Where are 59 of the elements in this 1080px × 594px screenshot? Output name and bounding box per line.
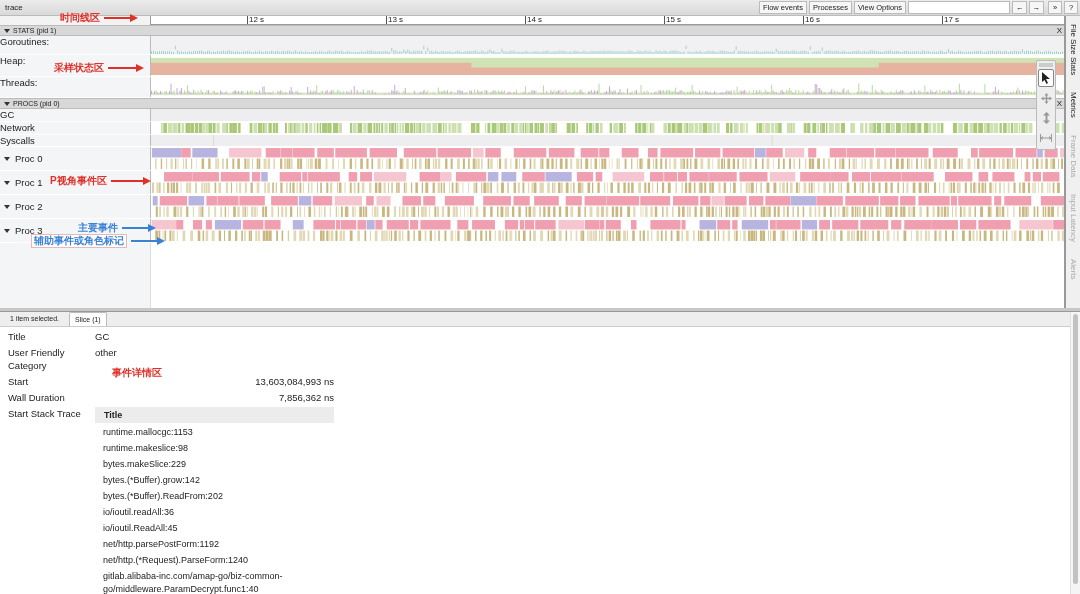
field-value: GC: [95, 330, 111, 343]
annotation-label: 辅助事件或角色标记: [31, 234, 127, 248]
close-button[interactable]: X: [1056, 99, 1062, 108]
tool-button[interactable]: [1038, 69, 1054, 87]
track-label: Goroutines:: [0, 36, 50, 48]
ruler-tick-label: 17 s: [942, 16, 960, 24]
track-label: Proc 2: [15, 200, 43, 213]
side-tab[interactable]: Metrics: [1069, 92, 1077, 118]
field-label: Title: [8, 330, 27, 343]
stack-frame: gitlab.alibaba-inc.com/amap-go/biz-common-go/middleware.ParamDecrypt.func1:40: [95, 567, 334, 594]
ruler-tick-label: 16 s: [803, 16, 821, 24]
track-label: Proc 1: [15, 176, 43, 189]
stack-frame: net/http.(*Request).ParseForm:1240: [95, 551, 334, 567]
field-label: Start: [8, 375, 30, 388]
ruler-tick-label: 12 s: [247, 16, 265, 24]
track-label: Syscalls: [0, 135, 35, 147]
field-value: other: [95, 346, 118, 360]
stack-frame: bytes.(*Buffer).grow:142: [95, 471, 334, 487]
timing-icon: [1040, 134, 1052, 142]
move-icon: [1040, 92, 1052, 104]
window-title: trace: [5, 1, 23, 14]
ruler-tick-label: 14 s: [525, 16, 543, 24]
stack-frame: bytes.makeSlice:229: [95, 455, 334, 471]
annotation-label: 事件详情区: [112, 367, 162, 379]
pointer-icon: [1041, 72, 1051, 84]
stack-frame: runtime.mallocgc:1153: [95, 423, 334, 439]
caret-icon[interactable]: [4, 100, 10, 107]
stack-frame: net/http.parsePostForm:1192: [95, 535, 334, 551]
stack-frame: runtime.makeslice:98: [95, 439, 334, 455]
stack-frame: bytes.(*Buffer).ReadFrom:202: [95, 487, 334, 503]
field-label: Wall Duration: [8, 391, 66, 404]
annotation-label: 采样状态区: [54, 62, 104, 74]
annotation-label: 时间线区: [60, 12, 100, 24]
track-label: Network: [0, 122, 35, 134]
track-label: Proc 3: [15, 224, 43, 236]
search-field[interactable]: [908, 1, 1010, 14]
ruler-tick-label: 13 s: [386, 16, 404, 24]
close-button[interactable]: X: [1056, 26, 1062, 35]
field-label: Start Stack Trace: [8, 407, 82, 421]
caret-icon[interactable]: [4, 179, 10, 186]
ruler-tick-label: 15 s: [664, 16, 682, 24]
field-label: User Friendly Category: [8, 346, 66, 372]
track-label: GC: [0, 109, 15, 121]
side-tab[interactable]: File Size Stats: [1069, 24, 1077, 76]
track-label: Heap:: [0, 55, 26, 67]
zoom-icon: [1041, 112, 1051, 124]
caret-icon[interactable]: [4, 27, 10, 34]
annotation-label: P视角事件区: [50, 175, 107, 187]
stack-frame: io/ioutil.ReadAll:45: [95, 519, 334, 535]
column-header: Title: [95, 407, 334, 423]
field-value: 7,856,362 ns: [278, 391, 334, 404]
caret-icon[interactable]: [4, 155, 10, 162]
annotation-label: 主要事件: [78, 222, 118, 234]
stack-frame: io/ioutil.readAll:36: [95, 503, 334, 519]
field-value: 13,603,084,993 ns: [254, 375, 334, 388]
caret-icon[interactable]: [4, 227, 10, 234]
track-label: Threads:: [0, 77, 38, 89]
caret-icon[interactable]: [4, 203, 10, 210]
track-label: Proc 0: [15, 152, 43, 165]
